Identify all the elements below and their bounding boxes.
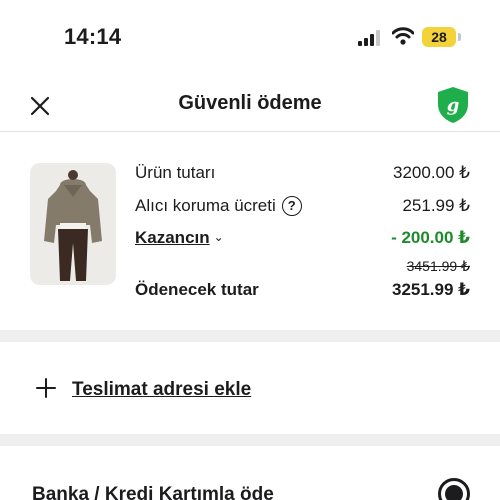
add-address-button[interactable]: Teslimat adresi ekle (0, 342, 500, 434)
status-bar: 14:14 28 (0, 0, 500, 72)
header: Güvenli ödeme g (0, 72, 500, 132)
product-price-value: 3200.00 ₺ (393, 163, 470, 182)
section-divider (0, 434, 500, 446)
earnings-label[interactable]: Kazancın (135, 228, 210, 247)
earnings-value: - 200.00 ₺ (391, 228, 470, 247)
plus-icon[interactable] (36, 378, 56, 398)
chevron-down-icon[interactable]: ⌄ (214, 230, 224, 244)
protection-fee-label: Alıcı koruma ücreti (135, 196, 276, 215)
battery-level: 28 (431, 29, 447, 45)
payable-value: 3251.99 ₺ (391, 280, 470, 299)
wifi-icon (392, 27, 414, 45)
status-time: 14:14 (64, 24, 122, 49)
page-title: Güvenli ödeme (178, 92, 322, 114)
logo-letter: g (447, 95, 460, 116)
payment-option-card[interactable]: Banka / Kredi Kartımla öde (0, 446, 500, 500)
product-photo-icon (30, 163, 116, 285)
payment-option-label[interactable]: Banka / Kredi Kartımla öde (32, 484, 274, 500)
battery-tip (458, 33, 461, 41)
battery-icon: 28 (422, 27, 456, 47)
earnings-toggle[interactable]: Kazancın ⌄ (135, 228, 224, 248)
payable-label: Ödenecek tutar (135, 280, 259, 299)
protection-fee-value: 251.99 ₺ (402, 196, 470, 215)
product-price-label: Ürün tutarı (135, 163, 216, 182)
secure-shield-logo-icon: g (438, 87, 468, 123)
original-total: 3451.99 ₺ (406, 258, 470, 274)
add-address-label[interactable]: Teslimat adresi ekle (72, 379, 251, 401)
help-icon[interactable]: ? (281, 196, 302, 216)
cellular-signal-icon (358, 30, 380, 46)
product-image (30, 163, 116, 285)
payment-radio[interactable] (438, 478, 470, 500)
order-summary: Ürün tutarı 3200.00 ₺ Alıcı koruma ücret… (0, 133, 500, 329)
section-divider (0, 330, 500, 342)
